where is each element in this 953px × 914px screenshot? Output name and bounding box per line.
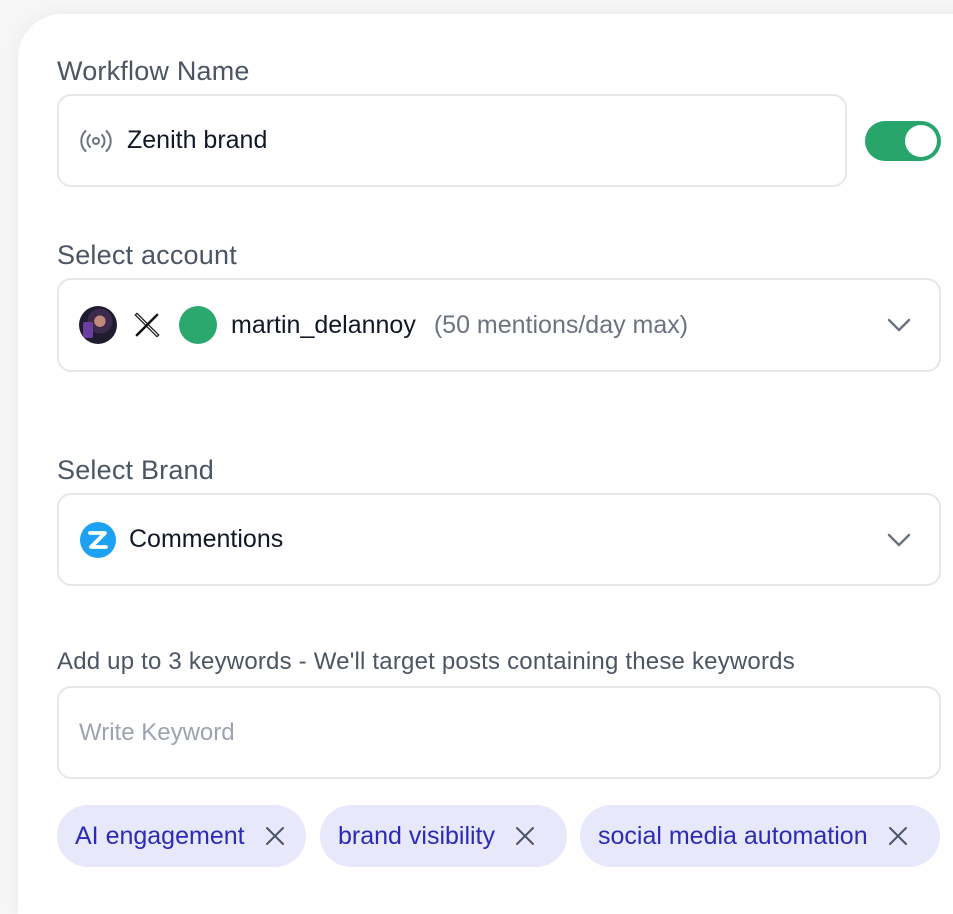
x-logo-icon: [134, 312, 160, 338]
account-username: martin_delannoy: [231, 310, 416, 339]
chevron-down-icon[interactable]: [885, 526, 913, 554]
keyword-chip: AI engagement: [57, 805, 306, 867]
brand-select[interactable]: Commentions: [57, 493, 941, 586]
account-limit: (50 mentions/day max): [433, 310, 689, 339]
commentions-logo-icon: [80, 521, 116, 558]
keyword-chip-label: brand visibility: [338, 821, 496, 850]
account-select[interactable]: martin_delannoy (50 mentions/day max): [57, 278, 941, 372]
account-status-dot: [179, 306, 217, 344]
broadcast-icon: [80, 129, 112, 152]
workflow-name-field[interactable]: Zenith brand: [57, 94, 847, 187]
close-icon[interactable]: [886, 824, 910, 848]
toggle-knob: [905, 125, 937, 157]
close-icon[interactable]: [513, 824, 537, 848]
keyword-chip-label: social media automation: [598, 821, 868, 850]
keyword-chip: social media automation: [580, 805, 940, 867]
keyword-chip-label: AI engagement: [75, 821, 245, 850]
keywords-label: Add up to 3 keywords - We'll target post…: [57, 648, 795, 675]
keyword-input[interactable]: Write Keyword: [57, 686, 941, 779]
chevron-down-icon[interactable]: [885, 311, 913, 339]
close-icon[interactable]: [263, 824, 287, 848]
keyword-placeholder: Write Keyword: [79, 718, 235, 746]
brand-selected: Commentions: [129, 525, 284, 553]
select-brand-label: Select Brand: [57, 455, 214, 485]
workflow-enabled-toggle[interactable]: [865, 121, 941, 161]
keyword-chip: brand visibility: [320, 805, 567, 867]
select-account-label: Select account: [57, 240, 237, 270]
workflow-name-label: Workflow Name: [57, 56, 250, 86]
avatar: [79, 306, 117, 344]
workflow-name-value: Zenith brand: [127, 126, 268, 154]
